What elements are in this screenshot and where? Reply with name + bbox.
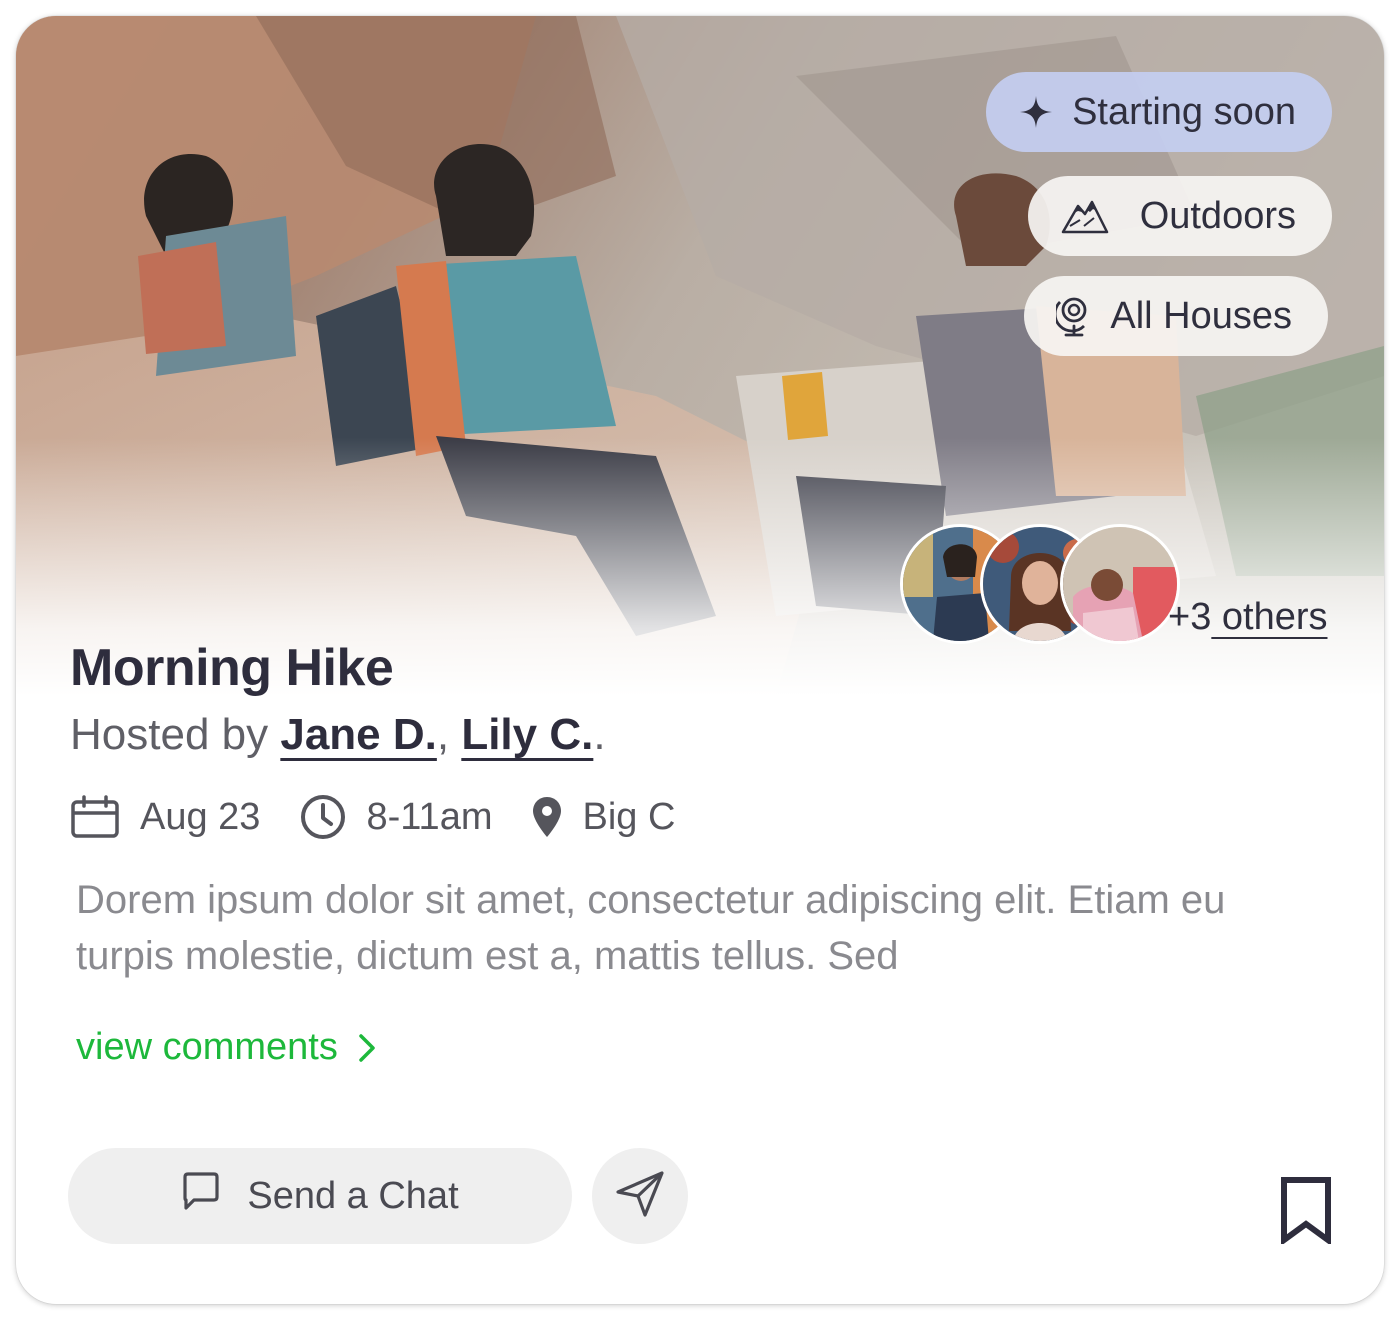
host-suffix: . [593, 710, 606, 759]
attendee-count[interactable]: +3 others [1168, 596, 1328, 639]
chat-bubble-icon [181, 1171, 221, 1221]
send-icon [615, 1170, 665, 1223]
category-tag: Outdoors [1027, 176, 1332, 256]
event-title: Morning Hike [70, 639, 394, 697]
bookmark-icon [1280, 1176, 1332, 1244]
view-comments-link[interactable]: view comments [76, 1026, 376, 1069]
host-link[interactable]: Jane D. [280, 710, 437, 759]
event-time-text: 8-11am [366, 795, 493, 838]
send-chat-label: Send a Chat [247, 1174, 459, 1217]
hosted-by: Hosted by Jane D., Lily C.. [70, 710, 606, 760]
globe-icon [1056, 294, 1092, 338]
host-separator: , [436, 710, 462, 759]
audience-tag-label: All Houses [1110, 294, 1292, 337]
calendar-icon [70, 795, 140, 839]
hosted-by-prefix: Hosted by [70, 710, 281, 759]
share-button[interactable] [592, 1148, 688, 1244]
send-chat-button[interactable]: Send a Chat [68, 1148, 572, 1244]
view-comments-label: view comments [76, 1026, 338, 1068]
save-button[interactable] [1280, 1176, 1332, 1244]
event-location-text: Big C [582, 795, 676, 838]
audience-tag: All Houses [1024, 276, 1328, 356]
sparkle-icon [1018, 94, 1054, 130]
event-date-text: Aug 23 [140, 795, 261, 838]
mountain-icon [1060, 196, 1110, 236]
event-details: Aug 23 8-11am Big C [70, 794, 715, 840]
event-location[interactable]: Big C [532, 796, 675, 839]
event-time: 8-11am [300, 794, 492, 840]
event-description: Dorem ipsum dolor sit amet, consectetur … [76, 878, 1226, 978]
map-pin-icon [532, 796, 582, 838]
clock-icon [300, 794, 366, 840]
attendee-count-number: +3 [1168, 596, 1212, 638]
status-tag-label: Starting soon [1072, 90, 1296, 133]
avatar[interactable] [1060, 524, 1180, 644]
status-tag: Starting soon [986, 72, 1332, 152]
others-link[interactable]: others [1211, 596, 1328, 638]
host-link[interactable]: Lily C. [461, 710, 593, 759]
category-tag-label: Outdoors [1139, 194, 1296, 237]
chevron-right-icon [338, 1033, 376, 1063]
event-card[interactable]: Starting soon Outdoors All Houses +3 oth… [16, 16, 1384, 1304]
event-date: Aug 23 [70, 795, 260, 839]
